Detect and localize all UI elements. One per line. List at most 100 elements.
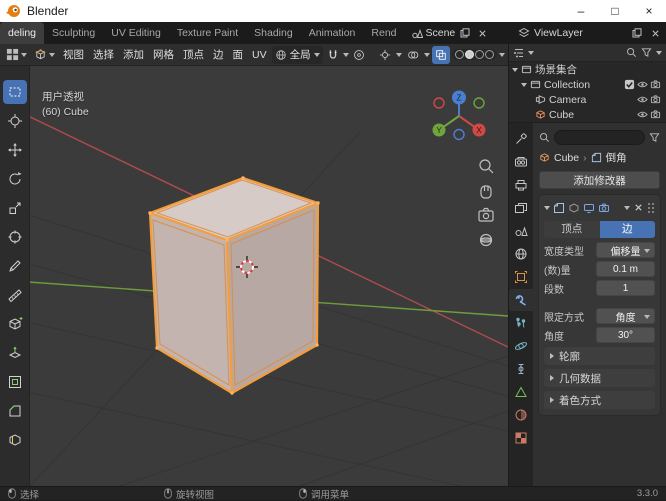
outliner-row-cube[interactable]: Cube bbox=[509, 107, 666, 122]
breadcrumb-modifier[interactable]: 倒角 bbox=[606, 150, 627, 165]
affect-vertices-button[interactable]: 顶点 bbox=[544, 221, 600, 238]
show-gizmo-icon[interactable] bbox=[376, 46, 394, 64]
tool-transform[interactable] bbox=[3, 225, 27, 249]
render-toggle-icon[interactable] bbox=[598, 202, 610, 214]
tab-object[interactable] bbox=[509, 266, 533, 288]
scene-selector[interactable]: Scene bbox=[411, 26, 490, 40]
menu-select[interactable]: 选择 bbox=[89, 46, 118, 64]
segments-field[interactable]: 1 bbox=[596, 280, 655, 296]
maximize-button[interactable]: □ bbox=[598, 0, 632, 22]
chevron-down-icon[interactable] bbox=[656, 50, 662, 55]
tool-extrude-region[interactable] bbox=[3, 341, 27, 365]
tab-object-data[interactable] bbox=[509, 381, 533, 403]
viewport-canvas[interactable]: Z X Y bbox=[0, 66, 508, 486]
properties-search-input[interactable] bbox=[554, 129, 645, 145]
minimize-button[interactable]: – bbox=[564, 0, 598, 22]
amount-field[interactable]: 0.1 m bbox=[596, 261, 655, 277]
workspace-tab-texture-paint[interactable]: Texture Paint bbox=[169, 22, 246, 44]
menu-edge[interactable]: 边 bbox=[209, 46, 228, 64]
viewlayer-copy-icon[interactable] bbox=[630, 26, 644, 40]
tab-constraints[interactable] bbox=[509, 358, 533, 380]
angle-field[interactable]: 30° bbox=[596, 327, 655, 343]
xray-toggle[interactable] bbox=[432, 45, 450, 64]
viewport-3d[interactable]: Z X Y 用户透视 (60) Cube bbox=[0, 66, 508, 486]
section-geometry[interactable]: 几何数据 bbox=[544, 369, 655, 387]
tab-scene[interactable] bbox=[509, 220, 533, 242]
width-type-dropdown[interactable]: 偏移量 bbox=[596, 242, 655, 258]
outliner-row-scene-collection[interactable]: 场景集合 bbox=[509, 62, 666, 77]
menu-face[interactable]: 面 bbox=[229, 46, 248, 64]
modifier-extras-icon[interactable] bbox=[624, 205, 630, 210]
menu-mesh[interactable]: 网格 bbox=[149, 46, 178, 64]
breadcrumb-object[interactable]: Cube bbox=[554, 152, 579, 164]
gizmo-z-neg-axis[interactable] bbox=[453, 128, 465, 141]
exclude-checkbox-icon[interactable] bbox=[624, 79, 635, 90]
search-icon[interactable] bbox=[626, 47, 637, 58]
add-modifier-button[interactable]: 添加修改器 bbox=[539, 171, 660, 189]
chevron-down-icon[interactable] bbox=[528, 50, 534, 55]
affect-edges-button[interactable]: 边 bbox=[599, 221, 655, 238]
proportional-editing-icon[interactable] bbox=[350, 46, 368, 64]
hide-eye-icon[interactable] bbox=[637, 79, 648, 90]
tool-cursor-3d[interactable] bbox=[3, 109, 27, 133]
hide-eye-icon[interactable] bbox=[637, 94, 648, 105]
pan-hand-icon[interactable] bbox=[480, 185, 492, 199]
zoom-view-icon[interactable] bbox=[479, 159, 494, 174]
tab-world[interactable] bbox=[509, 243, 533, 265]
chevron-down-icon[interactable] bbox=[342, 52, 349, 57]
chevron-down-icon[interactable] bbox=[396, 52, 402, 57]
outliner-editor-icon[interactable] bbox=[513, 47, 525, 59]
workspace-tab-uv-editing[interactable]: UV Editing bbox=[103, 22, 169, 44]
tool-move[interactable] bbox=[3, 138, 27, 162]
disable-render-icon[interactable] bbox=[650, 109, 661, 120]
tool-box-select[interactable] bbox=[2, 80, 27, 104]
disable-render-icon[interactable] bbox=[650, 94, 661, 105]
close-button[interactable]: × bbox=[632, 0, 666, 22]
filter-icon[interactable] bbox=[649, 132, 660, 143]
chevron-down-icon[interactable] bbox=[499, 52, 505, 57]
tab-material[interactable] bbox=[509, 404, 533, 426]
filter-icon[interactable] bbox=[641, 47, 652, 58]
limit-method-dropdown[interactable]: 角度 bbox=[596, 308, 655, 324]
search-icon[interactable] bbox=[539, 132, 550, 143]
tool-rotate[interactable] bbox=[3, 167, 27, 191]
workspace-tab-modeling[interactable]: deling bbox=[0, 22, 45, 44]
viewlayer-remove-icon[interactable] bbox=[648, 26, 662, 40]
scene-new-icon[interactable] bbox=[458, 26, 472, 40]
mode-dropdown[interactable] bbox=[31, 46, 58, 64]
tool-add-cube[interactable] bbox=[3, 312, 27, 336]
shading-rendered-icon[interactable] bbox=[485, 50, 494, 59]
disable-render-icon[interactable] bbox=[650, 79, 661, 90]
tool-annotate[interactable] bbox=[3, 254, 27, 278]
tool-inset-faces[interactable] bbox=[3, 370, 27, 394]
tab-output[interactable] bbox=[509, 174, 533, 196]
expand-icon[interactable] bbox=[544, 205, 550, 210]
menu-vertex[interactable]: 顶点 bbox=[179, 46, 208, 64]
shading-material-icon[interactable] bbox=[475, 50, 484, 59]
viewlayer-selector[interactable]: ViewLayer bbox=[514, 22, 666, 44]
gizmo-x-neg-axis[interactable] bbox=[433, 97, 445, 109]
section-shading[interactable]: 着色方式 bbox=[544, 391, 655, 409]
scene-unlink-icon[interactable] bbox=[475, 26, 489, 40]
editor-type-button[interactable] bbox=[3, 46, 30, 64]
hide-eye-icon[interactable] bbox=[637, 109, 648, 120]
workspace-tab-rendering[interactable]: Rend bbox=[363, 22, 404, 44]
tab-tool[interactable] bbox=[509, 128, 533, 150]
menu-view[interactable]: 视图 bbox=[59, 46, 88, 64]
outliner-row-camera[interactable]: Camera bbox=[509, 92, 666, 107]
camera-view-icon[interactable] bbox=[478, 207, 494, 222]
tool-bevel[interactable] bbox=[3, 399, 27, 423]
snap-magnet-icon[interactable] bbox=[324, 46, 342, 64]
tab-render[interactable] bbox=[509, 151, 533, 173]
tab-particles[interactable] bbox=[509, 312, 533, 334]
edit-mode-toggle-icon[interactable] bbox=[568, 202, 580, 214]
show-overlays-icon[interactable] bbox=[404, 46, 422, 64]
workspace-tab-animation[interactable]: Animation bbox=[301, 22, 364, 44]
disclosure-icon[interactable] bbox=[512, 67, 518, 72]
realtime-display-toggle-icon[interactable] bbox=[583, 202, 595, 214]
tool-measure[interactable] bbox=[3, 283, 27, 307]
workspace-tab-shading[interactable]: Shading bbox=[246, 22, 301, 44]
workspace-tab-sculpting[interactable]: Sculpting bbox=[44, 22, 103, 44]
tab-texture[interactable] bbox=[509, 427, 533, 449]
cube-object[interactable] bbox=[148, 176, 320, 395]
